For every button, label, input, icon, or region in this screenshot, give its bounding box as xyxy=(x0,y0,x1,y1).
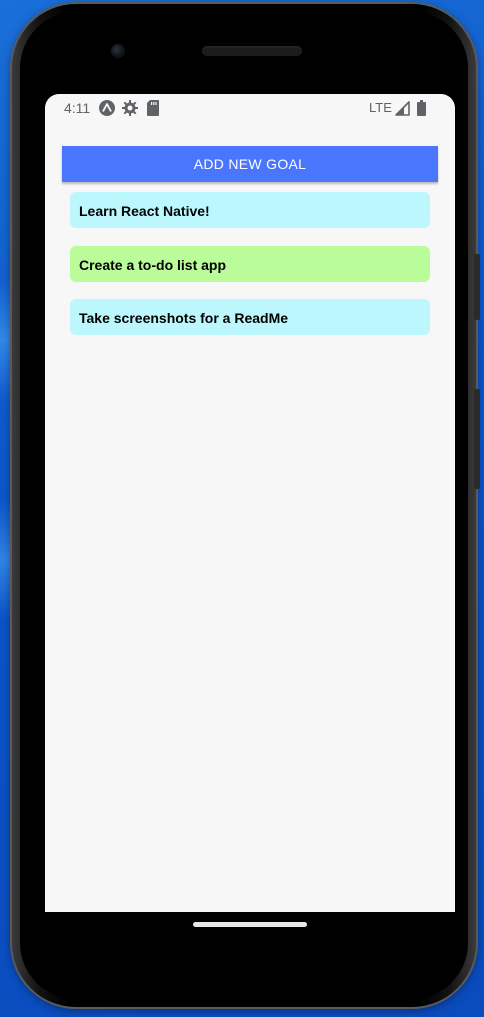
phone-frame: 4:11 LTE ADD NEW GOAL Learn React Native… xyxy=(12,4,480,1007)
goal-item[interactable]: Learn React Native! xyxy=(70,192,430,228)
app-screen: 4:11 LTE ADD NEW GOAL Learn React Native… xyxy=(45,94,455,912)
signal-icon xyxy=(395,101,410,119)
status-bar: 4:11 LTE xyxy=(45,94,455,124)
earpiece-speaker xyxy=(202,46,302,56)
phone-bezel: 4:11 LTE ADD NEW GOAL Learn React Native… xyxy=(20,12,468,999)
add-new-goal-button[interactable]: ADD NEW GOAL xyxy=(62,146,438,182)
volume-button xyxy=(474,389,480,489)
power-button xyxy=(474,254,480,320)
goal-list: Learn React Native! Create a to-do list a… xyxy=(70,192,430,353)
sd-card-icon xyxy=(147,100,159,119)
home-indicator[interactable] xyxy=(193,922,307,927)
goal-item[interactable]: Take screenshots for a ReadMe xyxy=(70,299,430,335)
network-type: LTE xyxy=(369,100,392,115)
settings-icon xyxy=(121,99,139,120)
status-time: 4:11 xyxy=(64,100,91,116)
battery-icon xyxy=(417,100,426,119)
goal-item[interactable]: Create a to-do list app xyxy=(70,245,430,282)
front-camera xyxy=(111,44,125,58)
expo-icon xyxy=(98,99,116,120)
